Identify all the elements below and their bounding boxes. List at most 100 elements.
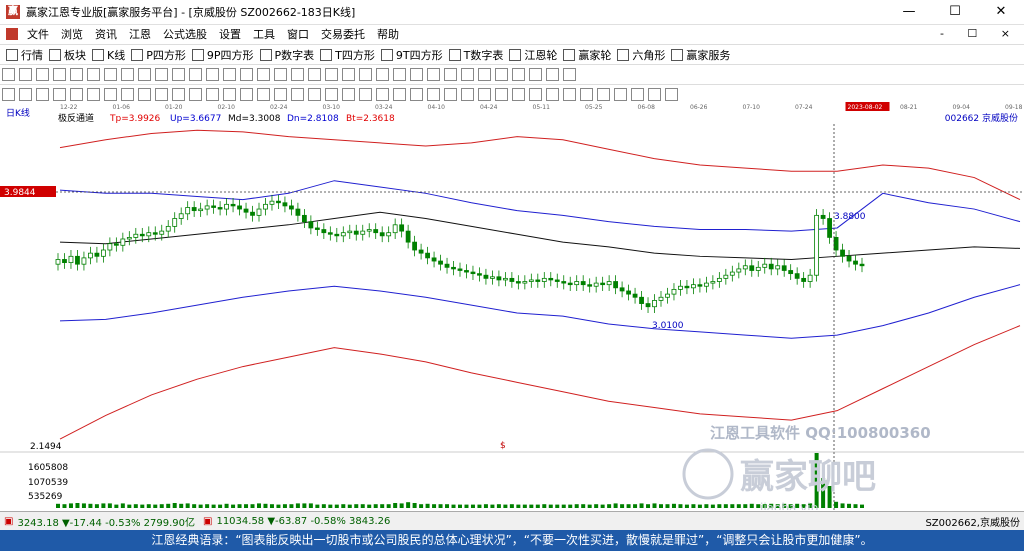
analysis-tool-icon[interactable]: [240, 87, 253, 101]
analysis-tool-icon[interactable]: [2, 87, 15, 101]
draw-tool-icon[interactable]: [512, 68, 525, 81]
draw-tool-icon[interactable]: [121, 68, 134, 81]
analysis-tool-icon[interactable]: [36, 87, 49, 101]
status-stock[interactable]: SZ002662,京威股份: [925, 514, 1020, 529]
tb-hexagon[interactable]: 六角形: [617, 47, 665, 63]
draw-tool-icon[interactable]: [19, 68, 32, 81]
draw-tool-icon[interactable]: [444, 68, 457, 81]
draw-tool-icon[interactable]: [325, 68, 338, 81]
draw-tool-icon[interactable]: [461, 68, 474, 81]
draw-tool-icon[interactable]: [342, 68, 355, 81]
tb-winner-wheel[interactable]: 赢家轮: [563, 47, 611, 63]
menu-help[interactable]: 帮助: [371, 26, 405, 42]
analysis-tool-icon[interactable]: [121, 87, 134, 101]
analysis-tool-icon[interactable]: [665, 87, 678, 101]
draw-tool-icon[interactable]: [53, 68, 66, 81]
analysis-tool-icon[interactable]: [393, 87, 406, 101]
analysis-tool-icon[interactable]: [648, 87, 661, 101]
analysis-tool-icon[interactable]: [631, 87, 644, 101]
analysis-tool-icon[interactable]: [138, 87, 151, 101]
menu-file[interactable]: 文件: [21, 26, 55, 42]
analysis-tool-icon[interactable]: [104, 87, 117, 101]
analysis-tool-icon[interactable]: [19, 87, 32, 101]
draw-tool-icon[interactable]: [189, 68, 202, 81]
analysis-tool-icon[interactable]: [410, 87, 423, 101]
draw-tool-icon[interactable]: [563, 68, 576, 81]
tb-p-square[interactable]: P四方形: [131, 47, 186, 63]
analysis-tool-icon[interactable]: [53, 87, 66, 101]
menu-settings[interactable]: 设置: [213, 26, 247, 42]
draw-tool-icon[interactable]: [427, 68, 440, 81]
draw-tool-icon[interactable]: [257, 68, 270, 81]
analysis-tool-icon[interactable]: [206, 87, 219, 101]
tb-sector[interactable]: 板块: [49, 47, 86, 63]
close-button[interactable]: ✕: [978, 0, 1024, 24]
draw-tool-icon[interactable]: [376, 68, 389, 81]
draw-tool-icon[interactable]: [104, 68, 117, 81]
analysis-tool-icon[interactable]: [172, 87, 185, 101]
draw-tool-icon[interactable]: [478, 68, 491, 81]
analysis-tool-icon[interactable]: [223, 87, 236, 101]
analysis-tool-icon[interactable]: [308, 87, 321, 101]
draw-tool-icon[interactable]: [223, 68, 236, 81]
draw-tool-icon[interactable]: [70, 68, 83, 81]
analysis-tool-icon[interactable]: [155, 87, 168, 101]
maximize-button[interactable]: ☐: [932, 0, 978, 24]
analysis-tool-icon[interactable]: [257, 87, 270, 101]
menu-window[interactable]: 窗口: [281, 26, 315, 42]
tb-t-square[interactable]: T四方形: [320, 47, 375, 63]
draw-tool-icon[interactable]: [172, 68, 185, 81]
tb-quotes[interactable]: 行情: [6, 47, 43, 63]
menu-gann[interactable]: 江恩: [123, 26, 157, 42]
sz-index[interactable]: 11034.58 ▼-63.87 -0.58% 3843.26: [216, 516, 390, 527]
analysis-tool-icon[interactable]: [325, 87, 338, 101]
draw-tool-icon[interactable]: [546, 68, 559, 81]
analysis-tool-icon[interactable]: [291, 87, 304, 101]
analysis-tool-icon[interactable]: [546, 87, 559, 101]
draw-tool-icon[interactable]: [274, 68, 287, 81]
mdi-controls[interactable]: - ☐ ×: [940, 27, 1020, 40]
kline-chart[interactable]: 12-22 01-06 01-20 02-10 02-24 03-10 03-24 04-10…: [0, 102, 1024, 510]
draw-tool-icon[interactable]: [155, 68, 168, 81]
draw-tool-icon[interactable]: [206, 68, 219, 81]
analysis-tool-icon[interactable]: [359, 87, 372, 101]
tb-kline[interactable]: K线: [92, 47, 125, 63]
tb-service[interactable]: 赢家服务: [671, 47, 730, 63]
tb-t-table[interactable]: T数字表: [448, 47, 503, 63]
menu-info[interactable]: 资讯: [89, 26, 123, 42]
analysis-tool-icon[interactable]: [529, 87, 542, 101]
draw-tool-icon[interactable]: [138, 68, 151, 81]
analysis-tool-icon[interactable]: [274, 87, 287, 101]
menu-trade[interactable]: 交易委托: [315, 26, 371, 42]
draw-tool-icon[interactable]: [410, 68, 423, 81]
draw-tool-icon[interactable]: [36, 68, 49, 81]
analysis-tool-icon[interactable]: [342, 87, 355, 101]
draw-tool-icon[interactable]: [2, 68, 15, 81]
tb-9p-square[interactable]: 9P四方形: [191, 47, 254, 63]
menu-browse[interactable]: 浏览: [55, 26, 89, 42]
analysis-tool-icon[interactable]: [70, 87, 83, 101]
analysis-tool-icon[interactable]: [427, 87, 440, 101]
minimize-button[interactable]: —: [886, 0, 932, 24]
draw-tool-icon[interactable]: [240, 68, 253, 81]
menu-formula[interactable]: 公式选股: [157, 26, 213, 42]
analysis-tool-icon[interactable]: [478, 87, 491, 101]
analysis-tool-icon[interactable]: [444, 87, 457, 101]
analysis-tool-icon[interactable]: [376, 87, 389, 101]
analysis-tool-icon[interactable]: [87, 87, 100, 101]
menu-tools[interactable]: 工具: [247, 26, 281, 42]
analysis-tool-icon[interactable]: [580, 87, 593, 101]
analysis-tool-icon[interactable]: [189, 87, 202, 101]
draw-tool-icon[interactable]: [308, 68, 321, 81]
tb-p-table[interactable]: P数字表: [259, 47, 314, 63]
draw-tool-icon[interactable]: [495, 68, 508, 81]
draw-tool-icon[interactable]: [393, 68, 406, 81]
analysis-tool-icon[interactable]: [461, 87, 474, 101]
analysis-tool-icon[interactable]: [614, 87, 627, 101]
draw-tool-icon[interactable]: [359, 68, 372, 81]
draw-tool-icon[interactable]: [87, 68, 100, 81]
tb-9t-square[interactable]: 9T四方形: [380, 47, 443, 63]
sh-index[interactable]: 3243.18 ▼-17.44 -0.53% 2799.90亿: [17, 514, 195, 529]
analysis-tool-icon[interactable]: [563, 87, 576, 101]
analysis-tool-icon[interactable]: [495, 87, 508, 101]
